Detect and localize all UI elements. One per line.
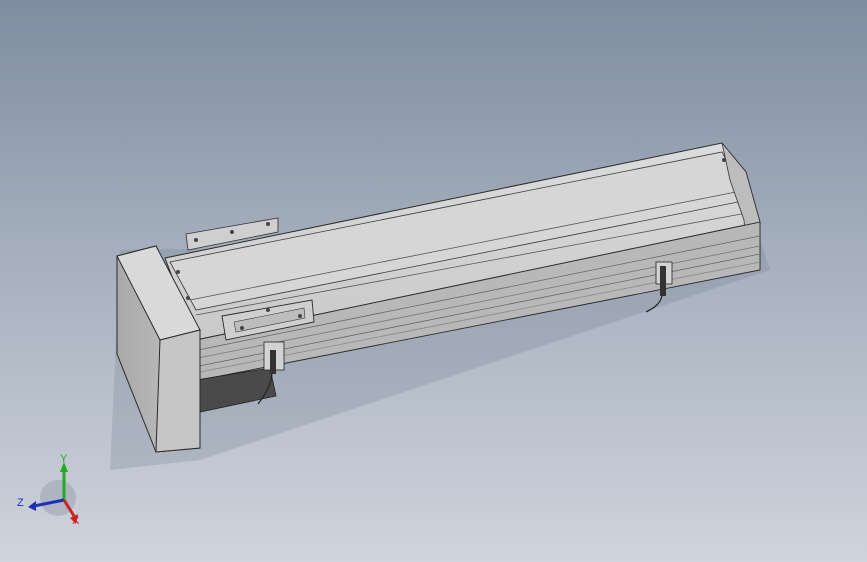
z-axis-arrow (28, 501, 36, 511)
x-axis-label: X (72, 515, 80, 527)
z-axis-label: Z (17, 497, 24, 509)
y-axis-label: Y (60, 453, 68, 465)
graphics-viewport[interactable]: Y Z X (0, 0, 867, 562)
coordinate-triad: Y Z X (17, 453, 80, 527)
